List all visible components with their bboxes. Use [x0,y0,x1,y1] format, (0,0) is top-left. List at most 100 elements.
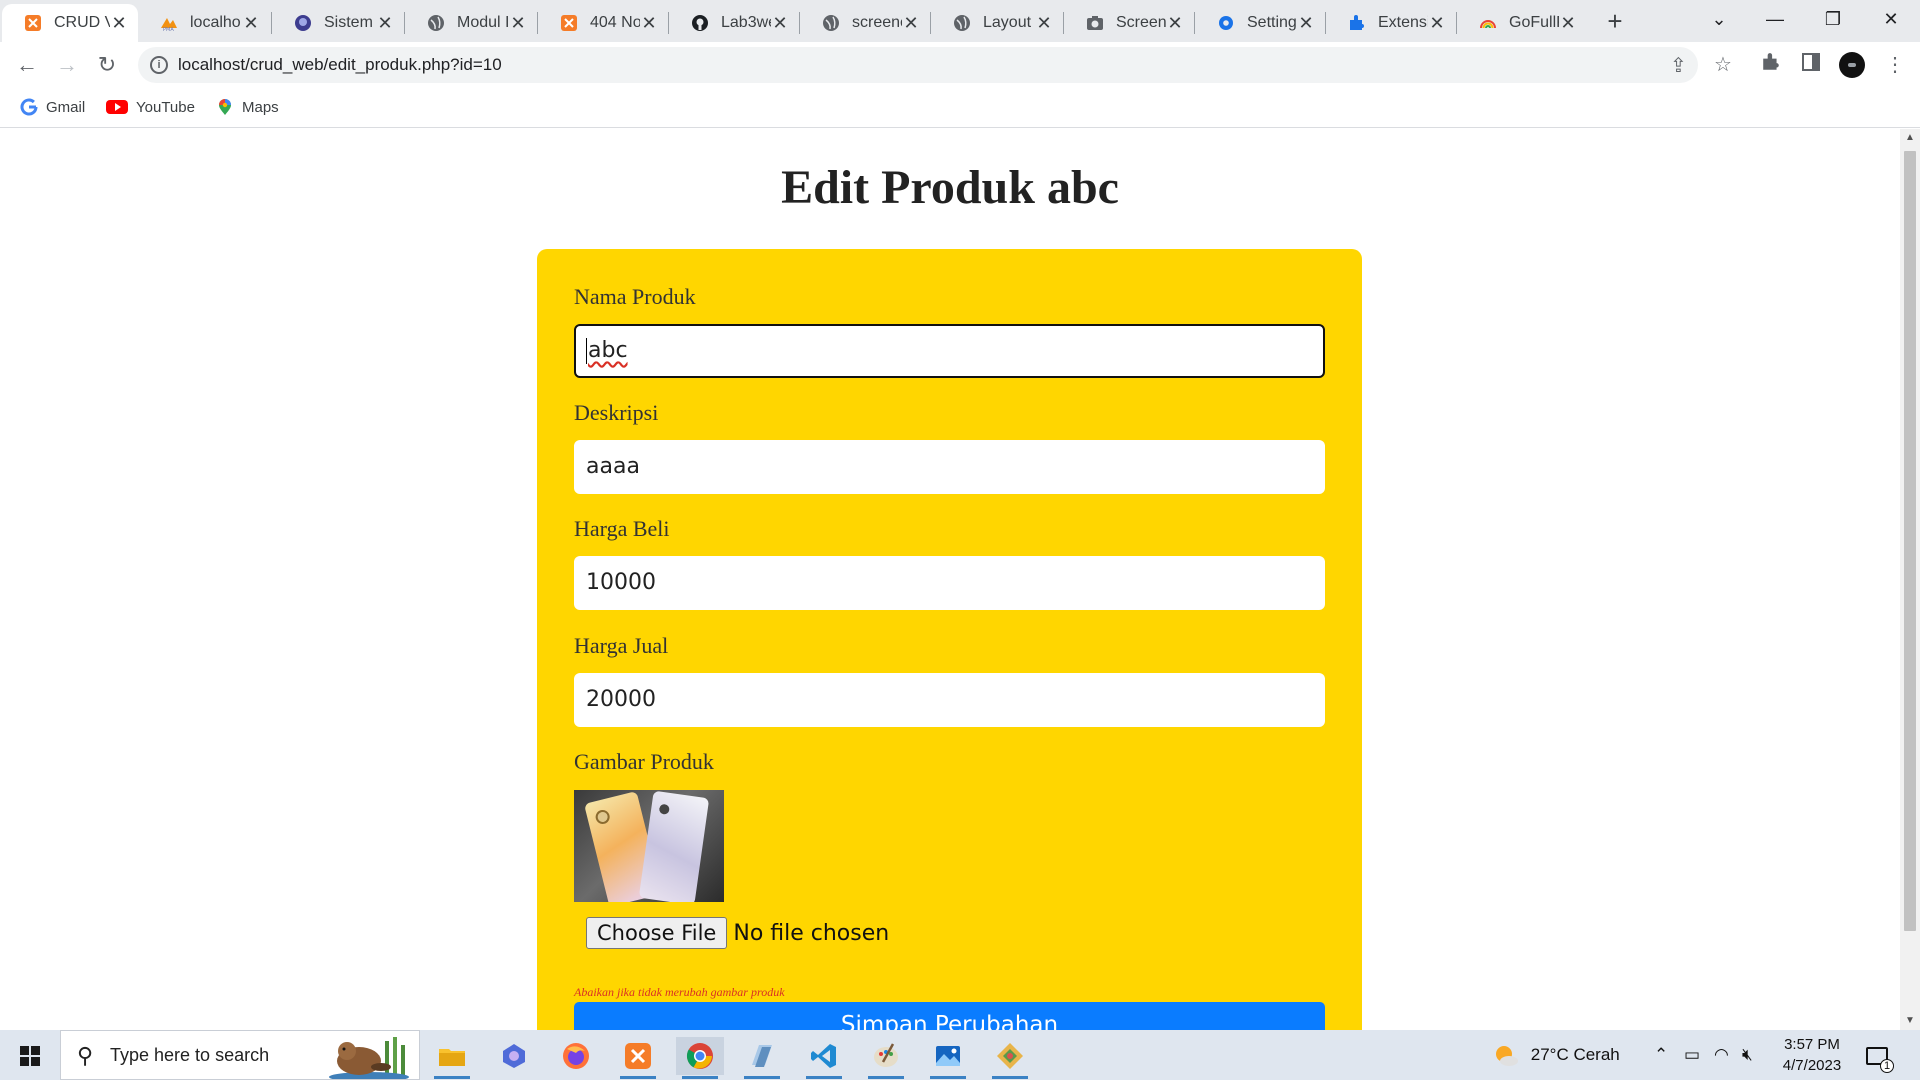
google-icon [20,98,38,116]
taskbar-clock[interactable]: 3:57 PM 4/7/2023 [1776,1034,1848,1076]
paint-icon [874,1043,898,1067]
nama-input[interactable]: abc [574,324,1325,378]
weather-sun-icon [1496,1045,1518,1066]
address-bar[interactable]: i localhost/crud_web/edit_produk.php?id=… [138,47,1698,83]
file-input[interactable]: Choose File No file chosen [586,917,889,949]
bookmark-maps[interactable]: Maps [216,98,279,116]
bookmark-youtube[interactable]: YouTube [106,98,195,116]
tab-sistem[interactable]: Sistem I ✕ [272,4,404,42]
share-icon[interactable]: ⇪ [1670,53,1687,78]
taskbar-file-explorer[interactable] [428,1037,476,1079]
page-title: Edit Produk abc [781,161,1119,214]
svg-text:PMA: PMA [163,27,174,32]
taskbar-search[interactable]: ⚲ Type here to search [60,1030,420,1080]
page-viewport: Edit Produk abc Nama Produk abc Deskrips… [0,129,1900,1030]
tab-localhost[interactable]: PMA localho ✕ [138,4,270,42]
taskbar-copilot[interactable] [490,1037,538,1075]
side-panel-icon[interactable] [1798,52,1824,78]
new-tab-button[interactable]: + [1599,6,1631,38]
close-icon[interactable]: ✕ [376,13,394,34]
tab-screen[interactable]: Screen ✕ [1064,4,1194,42]
xampp-icon [561,15,577,31]
extensions-icon[interactable] [1758,52,1784,78]
close-icon[interactable]: ✕ [110,13,128,34]
weather-widget[interactable]: 27°C Cerah [1492,1030,1620,1080]
running-indicator [806,1076,842,1079]
copilot-icon [503,1044,525,1068]
tab-label: Lab3we [721,14,771,31]
url-text[interactable]: localhost/crud_web/edit_produk.php?id=10 [178,55,502,75]
close-icon[interactable]: ✕ [640,13,658,34]
scroll-up-icon[interactable]: ▲ [1904,132,1916,144]
tab-screenc[interactable]: screenc ✕ [800,4,930,42]
university-icon [295,15,311,31]
phpmyadmin-icon: PMA [161,18,177,32]
scroll-down-icon[interactable]: ▼ [1904,1015,1916,1027]
forward-button[interactable]: → [50,48,84,82]
site-info-icon[interactable]: i [150,56,168,74]
minimize-button[interactable]: — [1748,0,1802,40]
start-button[interactable] [0,1030,60,1080]
save-button[interactable]: Simpan Perubahan [574,1002,1325,1030]
taskbar-paint[interactable] [862,1037,910,1079]
reload-button[interactable]: ↻ [90,48,124,82]
git-app-icon [997,1043,1023,1069]
volume-muted-icon[interactable]: 🔇︎ [1742,1030,1753,1080]
vscode-icon [811,1044,836,1068]
choose-file-button[interactable]: Choose File [586,917,728,949]
bookmark-gmail[interactable]: Gmail [20,98,85,116]
close-icon[interactable]: ✕ [1559,13,1577,34]
globe-icon [954,15,970,31]
running-indicator [992,1076,1028,1079]
tab-label: Setting [1247,14,1297,31]
taskbar-photos[interactable] [924,1037,972,1079]
notifications-icon[interactable]: 1 [1866,1030,1894,1080]
clock-time: 3:57 PM [1784,1036,1840,1053]
tab-label: screenc [852,14,902,31]
menu-icon[interactable]: ⋮ [1882,52,1908,78]
wifi-icon[interactable]: ◠ [1714,1030,1729,1080]
tab-gofull[interactable]: GoFullP ✕ [1457,4,1587,42]
page-scrollbar[interactable]: ▲ ▼ [1900,129,1920,1030]
tab-label: Modul I [457,14,509,31]
close-icon[interactable]: ✕ [902,13,920,34]
tab-layout[interactable]: Layout ✕ [931,4,1063,42]
bookmark-label: YouTube [136,98,195,116]
taskbar-xampp[interactable] [614,1037,662,1079]
back-button[interactable]: ← [10,48,44,82]
gambar-label: Gambar Produk [574,749,714,774]
close-window-button[interactable]: ✕ [1864,0,1918,40]
show-hidden-icons[interactable]: ⌃ [1654,1030,1668,1080]
close-icon[interactable]: ✕ [771,13,789,34]
tab-404[interactable]: 404 No ✕ [538,4,668,42]
rainbow-icon [1480,20,1496,29]
tab-crud[interactable]: CRUD V ✕ [2,4,138,42]
star-icon[interactable]: ☆ [1710,52,1736,78]
taskbar-chrome[interactable] [676,1037,724,1079]
harga-beli-input[interactable]: 10000 [574,556,1325,610]
tab-settings[interactable]: Setting ✕ [1195,4,1325,42]
bookmark-label: Gmail [46,98,86,116]
taskbar-notepad[interactable] [738,1037,786,1079]
bookmarks-bar: Gmail YouTube Maps [0,88,1920,128]
tab-extensions[interactable]: Extensi ✕ [1326,4,1456,42]
tab-label: localho [190,14,241,31]
tab-search-button[interactable]: ⌄ [1692,0,1746,40]
taskbar-git-app[interactable] [986,1037,1034,1079]
tab-modul[interactable]: Modul I ✕ [405,4,537,42]
scroll-thumb[interactable] [1904,151,1916,931]
profile-avatar[interactable] [1839,52,1865,78]
close-icon[interactable]: ✕ [1035,13,1053,34]
close-icon[interactable]: ✕ [1166,13,1184,34]
close-icon[interactable]: ✕ [1428,13,1446,34]
taskbar-firefox[interactable] [552,1037,600,1075]
close-icon[interactable]: ✕ [1297,13,1315,34]
harga-jual-input[interactable]: 20000 [574,673,1325,727]
tab-lab3[interactable]: Lab3we ✕ [669,4,799,42]
maximize-button[interactable]: ❐ [1806,0,1860,40]
deskripsi-input[interactable]: aaaa [574,440,1325,494]
close-icon[interactable]: ✕ [242,13,260,34]
close-icon[interactable]: ✕ [509,13,527,34]
battery-icon[interactable]: ▭ [1684,1030,1700,1080]
taskbar-vscode[interactable] [800,1037,848,1079]
